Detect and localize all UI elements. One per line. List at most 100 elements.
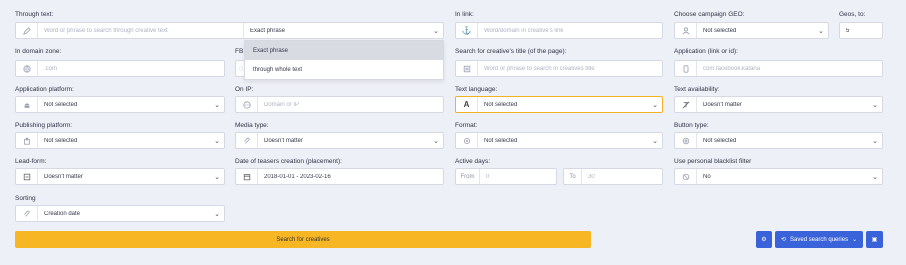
active-days-to-input[interactable]: 30: [582, 174, 662, 180]
users-icon: [675, 23, 697, 38]
active-days-from-label: From: [456, 169, 480, 184]
blacklist-label: Use personal blacklist filter: [674, 158, 752, 165]
sorting-select[interactable]: Creation date ⌄: [15, 205, 225, 222]
application-field[interactable]: com.facebook.katana: [674, 60, 883, 77]
paperclip-icon: [236, 133, 258, 148]
active-days-from-input[interactable]: 0: [480, 174, 556, 180]
search-creatives-button[interactable]: Search for creatives: [15, 231, 591, 248]
sorting-label: Sorting: [15, 195, 36, 202]
list-icon: [456, 61, 478, 76]
anchor-icon: ⚓: [456, 23, 478, 38]
text-availability-value: Doesn't matter: [703, 101, 742, 108]
language-icon: A: [456, 97, 478, 112]
blacklist-value: No: [703, 173, 711, 180]
campaign-geo-value: Not selected: [703, 27, 737, 34]
share-icon: [16, 133, 38, 148]
lead-form-select[interactable]: Doesn't matter ⌄: [15, 168, 225, 185]
media-type-select[interactable]: Doesn't matter ⌄: [235, 132, 444, 149]
publishing-platform-label: Publishing platform:: [15, 122, 73, 129]
button-type-select[interactable]: Not selected ⌄: [674, 132, 883, 149]
creative-title-field[interactable]: Word or phrase to search in creatives ti…: [455, 60, 663, 77]
active-days-to-field[interactable]: To 30: [563, 168, 663, 185]
format-select[interactable]: Not selected ⌄: [455, 132, 663, 149]
text-language-value: Not selected: [484, 101, 518, 108]
chevron-down-icon: ⌄: [872, 101, 878, 109]
domain-zone-input[interactable]: .com: [38, 66, 224, 72]
publishing-platform-value: Not selected: [44, 137, 78, 144]
through-text-field[interactable]: Word or phrase to search through creativ…: [15, 22, 444, 39]
through-text-input[interactable]: Word or phrase to search through creativ…: [38, 28, 243, 34]
publishing-platform-select[interactable]: Not selected ⌄: [15, 132, 225, 149]
through-text-label: Through text:: [15, 11, 54, 18]
application-label: Application (link or id):: [674, 48, 738, 55]
on-ip-input[interactable]: Domain or IP: [258, 102, 443, 108]
settings-icon: [456, 133, 478, 148]
text-strike-icon: [675, 97, 697, 112]
format-value: Not selected: [484, 137, 518, 144]
button-type-label: Button type:: [674, 122, 709, 129]
format-label: Format:: [455, 122, 478, 129]
lead-form-label: Lead-form:: [15, 158, 47, 165]
lead-form-value: Doesn't matter: [44, 173, 83, 180]
chevron-down-icon: ⌄: [214, 137, 220, 145]
application-input[interactable]: com.facebook.katana: [697, 66, 882, 72]
dropdown-option-whole-text[interactable]: through whole text: [245, 60, 443, 79]
on-ip-label: On IP:: [235, 86, 254, 93]
in-link-label: In link:: [455, 11, 474, 18]
text-availability-label: Text availability:: [674, 86, 720, 93]
chevron-down-icon: ⌄: [872, 173, 878, 181]
history-icon: ⟲: [781, 237, 787, 243]
settings-button[interactable]: ⚙: [756, 231, 772, 248]
saved-queries-label: Saved search queries: [790, 236, 849, 243]
chevron-down-icon: ⌄: [872, 137, 878, 145]
on-ip-field[interactable]: Domain or IP: [235, 96, 444, 113]
paperclip-icon: [16, 206, 38, 221]
teasers-date-field[interactable]: 2018-01-01 - 2023-02-16: [235, 168, 444, 185]
text-availability-select[interactable]: Doesn't matter ⌄: [674, 96, 883, 113]
save-icon: ▣: [871, 237, 878, 243]
creative-title-input[interactable]: Word or phrase to search in creatives ti…: [478, 66, 662, 72]
in-link-field[interactable]: ⚓ Word/domain in creative's link: [455, 22, 663, 39]
search-mode-select[interactable]: Exact phrase ⌄: [243, 23, 443, 38]
block-icon: [675, 169, 697, 184]
phone-icon: [675, 61, 697, 76]
save-query-button[interactable]: ▣: [866, 231, 883, 248]
chevron-down-icon: ⌄: [433, 137, 439, 145]
active-days-from-field[interactable]: From 0: [455, 168, 557, 185]
sorting-value: Creation date: [44, 210, 81, 217]
search-mode-value: Exact phrase: [250, 27, 286, 34]
media-type-label: Media type:: [235, 122, 269, 129]
calendar-icon: [236, 169, 258, 184]
chevron-down-icon: ⌄: [652, 137, 658, 145]
creative-title-label: Search for creative's title (of the page…: [455, 48, 567, 55]
campaign-geo-label: Choose campaign GEO:: [674, 11, 745, 18]
geos-to-input[interactable]: 5: [839, 22, 883, 39]
geos-to-value: 5: [846, 27, 850, 34]
chevron-down-icon: ⌄: [852, 237, 858, 243]
dropdown-option-exact-phrase[interactable]: Exact phrase: [245, 41, 443, 60]
globe-icon: [236, 97, 258, 112]
search-mode-dropdown: Exact phrase through whole text: [244, 40, 444, 80]
text-language-label: Text language:: [455, 86, 498, 93]
teasers-date-label: Date of teasers creation (placement):: [235, 158, 342, 165]
chevron-down-icon: ⌄: [818, 27, 824, 35]
form-icon: [16, 169, 38, 184]
button-type-value: Not selected: [703, 137, 737, 144]
text-language-select[interactable]: A Not selected ⌄: [455, 96, 663, 113]
campaign-geo-select[interactable]: Not selected ⌄: [674, 22, 829, 39]
domain-zone-field[interactable]: .com: [15, 60, 225, 77]
chevron-down-icon: ⌄: [433, 27, 439, 35]
gear-icon: ⚙: [761, 237, 767, 243]
app-platform-value: Not selected: [44, 101, 78, 108]
chevron-down-icon: ⌄: [214, 210, 220, 218]
app-platform-select[interactable]: Not selected ⌄: [15, 96, 225, 113]
saved-queries-button[interactable]: ⟲ Saved search queries ⌄: [775, 231, 863, 248]
chevron-down-icon: ⌄: [214, 173, 220, 181]
blacklist-select[interactable]: No ⌄: [674, 168, 883, 185]
media-type-value: Doesn't matter: [264, 137, 303, 144]
geos-to-label: Geos, to:: [839, 11, 866, 18]
android-icon: [16, 97, 38, 112]
chevron-down-icon: ⌄: [214, 101, 220, 109]
in-link-input[interactable]: Word/domain in creative's link: [478, 28, 662, 34]
app-platform-label: Application platform:: [15, 86, 74, 93]
